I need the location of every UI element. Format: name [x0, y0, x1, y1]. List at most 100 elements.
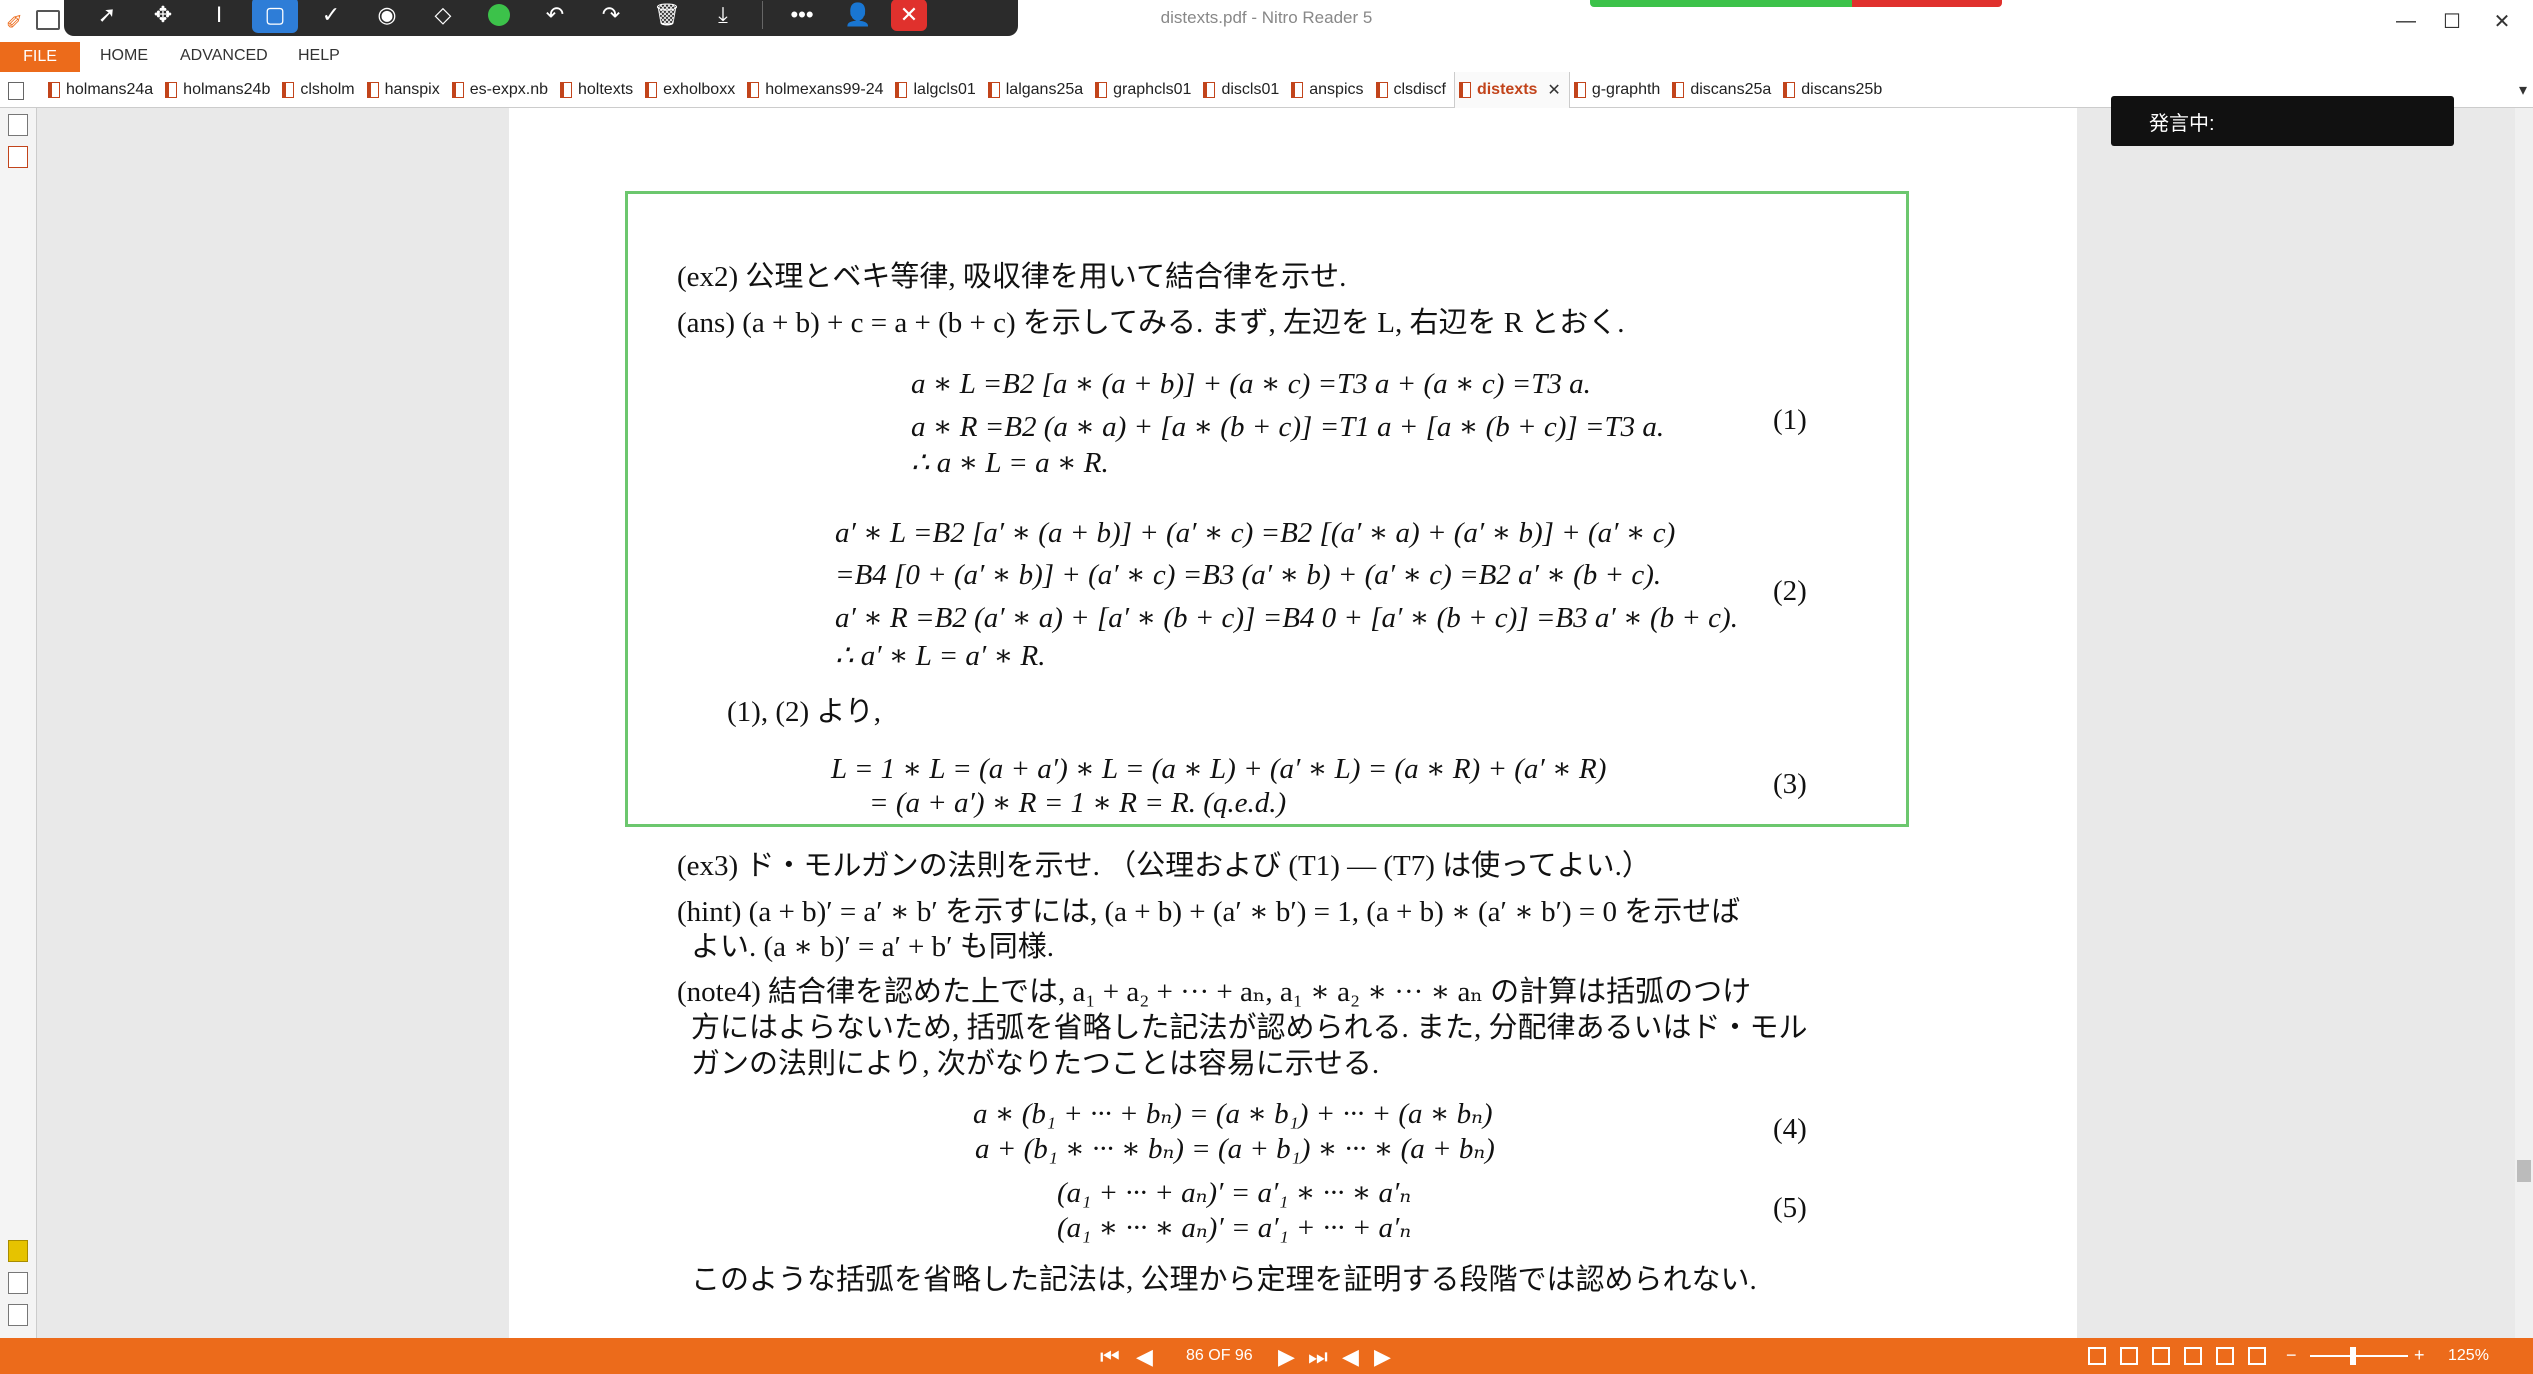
pdf-file-icon	[895, 81, 908, 98]
pdf-file-icon	[48, 81, 60, 98]
progress-green-segment	[1590, 0, 1852, 7]
tab-holmans24b[interactable]: holmans24b	[161, 72, 278, 108]
eq5-line1: (a₁ + ··· + aₙ)′ = a′₁ ∗ ··· ∗ a′ₙ	[1057, 1177, 1412, 1209]
eq4-line1: a ∗ (b₁ + ··· + bₙ) = (a ∗ b₁) + ··· + (…	[973, 1098, 1493, 1130]
color-picker-icon[interactable]	[476, 0, 522, 33]
stamp-tool-icon[interactable]: ◉	[364, 0, 410, 33]
tab-clsholm[interactable]: clsholm	[278, 72, 362, 108]
pdf-file-icon	[1203, 81, 1216, 98]
tab-anspics[interactable]: anspics	[1287, 72, 1371, 108]
bookmarks-panel-icon[interactable]	[8, 146, 28, 168]
tab-hanspix[interactable]: hanspix	[363, 72, 448, 108]
eq2-line4: ∴ a′ ∗ L = a′ ∗ R.	[835, 640, 1046, 672]
pdf-file-icon	[1672, 81, 1685, 98]
rectangle-tool-icon[interactable]: ▢	[252, 0, 298, 33]
scrollbar-thumb[interactable]	[2517, 1160, 2531, 1182]
continuous-view-icon[interactable]	[2120, 1347, 2138, 1365]
tab-overflow-chevron-icon[interactable]: ▾	[2519, 80, 2527, 100]
tab-holmexans99-24[interactable]: holmexans99-24	[743, 72, 891, 108]
tab-close-icon[interactable]: ✕	[1547, 80, 1560, 100]
tab-exholboxx[interactable]: exholboxx	[641, 72, 743, 108]
tab-es-expx[interactable]: es-expx.nb	[448, 72, 556, 108]
more-options-icon[interactable]: •••	[779, 0, 825, 33]
speaking-indicator: 発言中:	[2111, 96, 2454, 146]
document-list-icon[interactable]	[8, 82, 24, 100]
pdf-file-icon	[987, 81, 1000, 98]
menu-advanced[interactable]: ADVANCED	[180, 47, 268, 65]
tab-holmans24a[interactable]: holmans24a	[44, 72, 161, 108]
pdf-file-icon	[747, 81, 760, 98]
download-icon[interactable]: ⤓	[700, 0, 746, 33]
pdf-file-icon	[451, 81, 464, 98]
tab-g-graphth[interactable]: g-graphth	[1570, 72, 1669, 108]
next-page-icon[interactable]: ▶	[1278, 1344, 1295, 1370]
redo-icon[interactable]: ↷	[588, 0, 634, 33]
tab-lalgcls01[interactable]: lalgcls01	[891, 72, 983, 108]
eraser-tool-icon[interactable]: ◇	[420, 0, 466, 33]
vertical-scrollbar[interactable]	[2515, 108, 2533, 1338]
zoom-slider-thumb[interactable]	[2350, 1347, 2356, 1365]
undo-icon[interactable]: ↶	[532, 0, 578, 33]
tab-discans25b[interactable]: discans25b	[1779, 72, 1890, 108]
zoom-slider[interactable]	[2310, 1355, 2408, 1357]
user-share-icon[interactable]: 👤	[835, 0, 881, 33]
first-page-icon[interactable]: ⏮	[1100, 1344, 1120, 1370]
page-indicator[interactable]: 86 OF 96	[1186, 1347, 1253, 1365]
pdf-file-icon	[645, 81, 658, 98]
previous-page-icon[interactable]: ◀	[1136, 1344, 1153, 1370]
fit-page-view-icon[interactable]	[2216, 1347, 2234, 1365]
tab-distexts[interactable]: distexts ✕	[1453, 71, 1570, 108]
output-panel-icon[interactable]	[8, 1304, 28, 1326]
tab-clsdiscf[interactable]: clsdiscf	[1372, 72, 1454, 108]
pdf-file-icon	[1573, 81, 1586, 98]
text-cursor-tool-icon[interactable]: I	[196, 0, 242, 33]
facing-continuous-view-icon[interactable]	[2184, 1347, 2202, 1365]
left-sidebar	[0, 108, 37, 1338]
tab-discans25a[interactable]: discans25a	[1668, 72, 1779, 108]
from-1-2-line: (1), (2) より,	[727, 696, 882, 728]
eq5-line2: (a₁ ∗ ··· ∗ aₙ)′ = a′₁ + ··· + a′ₙ	[1057, 1212, 1412, 1244]
menu-home[interactable]: HOME	[100, 47, 148, 65]
facing-view-icon[interactable]	[2152, 1347, 2170, 1365]
eq4-line2: a + (b₁ ∗ ··· ∗ bₙ) = (a + b₁) ∗ ··· ∗ (…	[975, 1133, 1495, 1165]
zoom-in-button[interactable]: +	[2414, 1345, 2425, 1366]
eqnum-3: (3)	[1773, 768, 1807, 800]
pdf-file-icon	[1291, 81, 1304, 98]
eq3-line2: = (a + a′) ∗ R = 1 ∗ R = R. (q.e.d.)	[869, 787, 1287, 819]
attachments-panel-icon[interactable]	[8, 1272, 28, 1294]
zoom-level[interactable]: 125%	[2448, 1347, 2489, 1365]
eqnum-1: (1)	[1773, 404, 1807, 436]
pages-panel-icon[interactable]	[8, 114, 28, 136]
zoom-out-button[interactable]: −	[2286, 1345, 2297, 1366]
trash-icon[interactable]: 🗑	[644, 0, 690, 33]
single-page-view-icon[interactable]	[2088, 1347, 2106, 1365]
closing-line: このような括弧を省略した記法は, 公理から定理を証明する段階では認められない.	[691, 1264, 1757, 1296]
pointer-tool-icon[interactable]: ➚	[84, 0, 130, 33]
maximize-button[interactable]: ☐	[2426, 4, 2478, 38]
tab-graphcls01[interactable]: graphcls01	[1091, 72, 1199, 108]
close-toolbar-button[interactable]: ✕	[891, 0, 927, 31]
annotation-toolbar: ➚ ✥ I ▢ ✓ ◉ ◇ ↶ ↷ 🗑 ⤓ ••• 👤 ✕	[64, 0, 1018, 36]
move-tool-icon[interactable]: ✥	[140, 0, 186, 33]
pdf-file-icon	[560, 81, 572, 98]
forward-view-icon[interactable]: ▶	[1374, 1344, 1391, 1370]
eq1-line1: a ∗ L =B2 [a ∗ (a + b)] + (a ∗ c) =T3 a …	[911, 368, 1591, 400]
back-view-icon[interactable]: ◀	[1342, 1344, 1359, 1370]
minimize-button[interactable]: —	[2380, 4, 2432, 38]
comments-panel-icon[interactable]	[8, 1240, 28, 1262]
close-window-button[interactable]: ✕	[2476, 4, 2528, 38]
tab-lalgans25a[interactable]: lalgans25a	[984, 72, 1091, 108]
eq3-line1: L = 1 ∗ L = (a + a′) ∗ L = (a ∗ L) + (a′…	[831, 753, 1607, 785]
fit-width-view-icon[interactable]	[2248, 1347, 2266, 1365]
pdf-file-icon	[1095, 81, 1108, 98]
tab-holtexts[interactable]: holtexts	[556, 72, 641, 108]
menu-file[interactable]: FILE	[0, 42, 80, 72]
menu-help[interactable]: HELP	[298, 47, 340, 65]
eq2-line3: a′ ∗ R =B2 (a′ ∗ a) + [a′ ∗ (b + c)] =B4…	[835, 602, 1738, 634]
hint-line2: よい. (a ∗ b)′ = a′ + b′ も同様.	[691, 931, 1055, 963]
document-viewport[interactable]: (ex2) 公理とベキ等律, 吸収律を用いて結合律を示せ. (ans) (a +…	[37, 108, 2515, 1338]
toolbar-separator	[762, 1, 763, 29]
last-page-icon[interactable]: ⏭	[1308, 1344, 1328, 1370]
check-tool-icon[interactable]: ✓	[308, 0, 354, 33]
tab-discls01[interactable]: discls01	[1199, 72, 1287, 108]
